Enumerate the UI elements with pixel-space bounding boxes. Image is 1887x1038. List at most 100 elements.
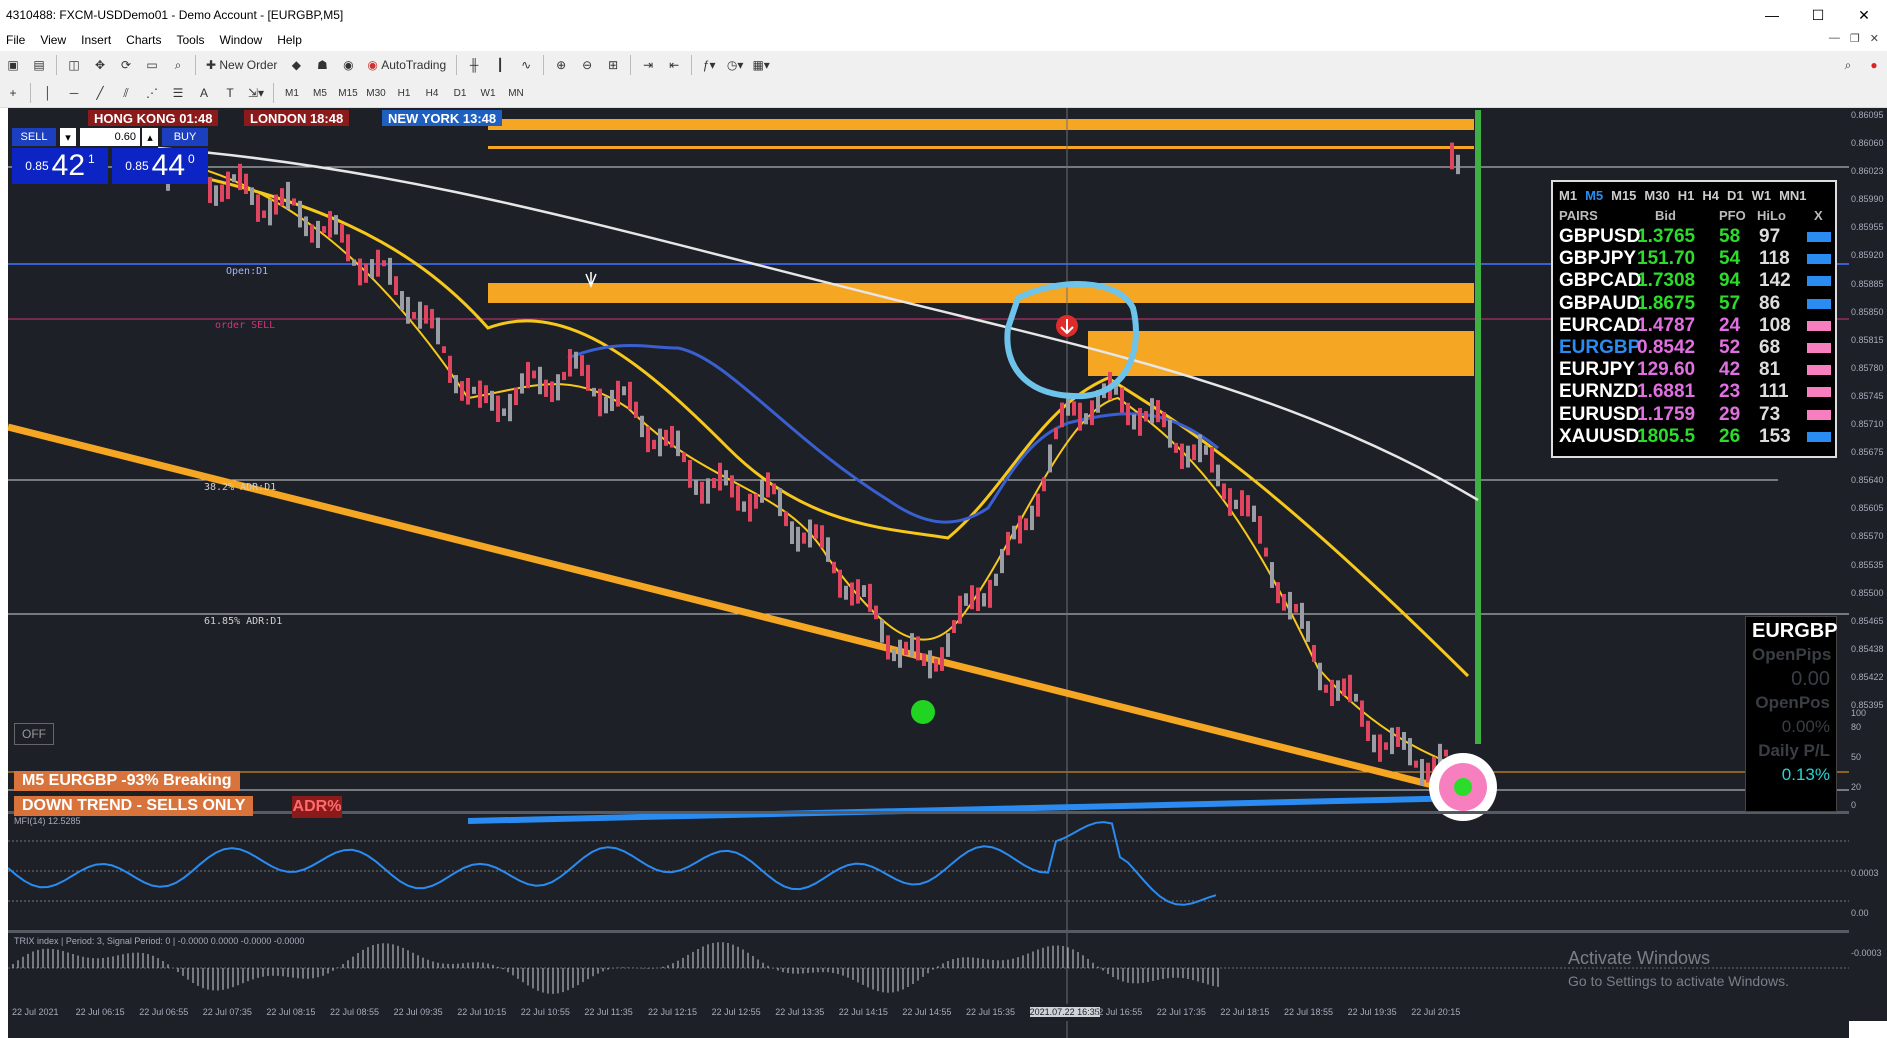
- tf-h4[interactable]: H4: [420, 82, 444, 104]
- periods-icon[interactable]: ◷▾: [724, 54, 746, 76]
- sell-price-box[interactable]: 0.85 42 1: [12, 148, 108, 184]
- fibonacci-icon[interactable]: ☰: [167, 82, 189, 104]
- time-axis[interactable]: 22 Jul 2021 22 Jul 06:15 22 Jul 06:55 22 Ju…: [8, 1004, 1849, 1021]
- market-icon[interactable]: ◉: [337, 54, 359, 76]
- menu-help[interactable]: Help: [277, 33, 302, 47]
- crosshair-icon[interactable]: +: [2, 82, 24, 104]
- dash-tf-d1[interactable]: D1: [1727, 188, 1744, 203]
- bar-chart-icon[interactable]: ╫: [463, 54, 485, 76]
- pair-row[interactable]: EURUSD 1.1759 29 73: [1559, 404, 1831, 426]
- label-icon[interactable]: T: [219, 82, 241, 104]
- pair-trend-swatch[interactable]: [1807, 320, 1831, 331]
- trix-separator[interactable]: [8, 930, 1849, 933]
- pair-row[interactable]: EURCAD 1.4787 24 108: [1559, 315, 1831, 337]
- price-scale[interactable]: 0.86095 0.86060 0.86023 0.85990 0.85955 0.859…: [1849, 108, 1887, 1021]
- profiles-icon[interactable]: ▤: [28, 54, 50, 76]
- metaeditor-icon[interactable]: ◆: [285, 54, 307, 76]
- tf-w1[interactable]: W1: [476, 82, 500, 104]
- tf-m1[interactable]: M1: [280, 82, 304, 104]
- pair-row[interactable]: XAUUSD 1805.5 26 153: [1559, 426, 1831, 448]
- dash-tf-m1[interactable]: M1: [1559, 188, 1577, 203]
- pair-row[interactable]: EURJPY 129.60 42 81: [1559, 359, 1831, 381]
- auto-scroll-icon[interactable]: ⇥: [637, 54, 659, 76]
- tf-m30[interactable]: M30: [364, 82, 388, 104]
- menu-tools[interactable]: Tools: [177, 33, 205, 47]
- dash-tf-mn1[interactable]: MN1: [1779, 188, 1806, 203]
- market-watch-icon[interactable]: ◫: [63, 54, 85, 76]
- pair-row[interactable]: EURGBP 0.8542 52 68: [1559, 337, 1831, 359]
- pair-trend-swatch[interactable]: [1807, 254, 1831, 265]
- dash-tf-m15[interactable]: M15: [1611, 188, 1636, 203]
- channel-icon[interactable]: ⫽: [115, 82, 137, 104]
- search-icon[interactable]: ⌕: [1837, 54, 1859, 76]
- tf-h1[interactable]: H1: [392, 82, 416, 104]
- tf-mn[interactable]: MN: [504, 82, 528, 104]
- pair-row[interactable]: GBPJPY 151.70 54 118: [1559, 248, 1831, 270]
- autotrading-button[interactable]: ◉ AutoTrading: [363, 54, 450, 76]
- pair-trend-swatch[interactable]: [1807, 232, 1831, 242]
- gann-icon[interactable]: ⋰: [141, 82, 163, 104]
- text-icon[interactable]: A: [193, 82, 215, 104]
- zoom-in-icon[interactable]: ⊕: [550, 54, 572, 76]
- pair-trend-swatch[interactable]: [1807, 298, 1831, 309]
- signals-icon[interactable]: ☗: [311, 54, 333, 76]
- mdi-close-button[interactable]: ✕: [1870, 32, 1879, 45]
- navigator-icon[interactable]: ⟳: [115, 54, 137, 76]
- pair-trend-swatch[interactable]: [1807, 343, 1831, 353]
- maximize-button[interactable]: ☐: [1795, 0, 1841, 30]
- mdi-minimize-button[interactable]: —: [1829, 32, 1840, 45]
- dash-tf-h4[interactable]: H4: [1702, 188, 1719, 203]
- adr-badge[interactable]: ADR%: [292, 796, 342, 818]
- lot-up-icon[interactable]: ▴: [142, 128, 158, 146]
- candlestick-icon[interactable]: ┃: [489, 54, 511, 76]
- pair-trend-swatch[interactable]: [1807, 431, 1831, 442]
- dash-tf-h1[interactable]: H1: [1678, 188, 1695, 203]
- pair-trend-swatch[interactable]: [1807, 365, 1831, 376]
- vertical-line-icon[interactable]: │: [37, 82, 59, 104]
- menu-file[interactable]: File: [6, 33, 25, 47]
- close-button[interactable]: ✕: [1841, 0, 1887, 30]
- pair-row[interactable]: GBPUSD 1.3765 58 97: [1559, 226, 1831, 248]
- horizontal-line-icon[interactable]: ─: [63, 82, 85, 104]
- pair-row[interactable]: EURNZD 1.6881 23 111: [1559, 381, 1831, 403]
- pair-trend-swatch[interactable]: [1807, 409, 1831, 420]
- line-chart-icon[interactable]: ∿: [515, 54, 537, 76]
- menu-window[interactable]: Window: [220, 33, 263, 47]
- tf-d1[interactable]: D1: [448, 82, 472, 104]
- lot-down-icon[interactable]: ▾: [60, 128, 76, 146]
- notifications-icon[interactable]: ●: [1863, 54, 1885, 76]
- strategy-tester-icon[interactable]: ⌕: [167, 54, 189, 76]
- tf-m15[interactable]: M15: [336, 82, 360, 104]
- mdi-restore-button[interactable]: ❐: [1850, 32, 1860, 45]
- pair-row[interactable]: GBPAUD 1.8675 57 86: [1559, 293, 1831, 315]
- lot-size-input[interactable]: 0.60: [80, 128, 140, 146]
- pair-row[interactable]: GBPCAD 1.7308 94 142: [1559, 270, 1831, 292]
- tile-windows-icon[interactable]: ⊞: [602, 54, 624, 76]
- trendline-icon[interactable]: ╱: [89, 82, 111, 104]
- dash-tf-w1[interactable]: W1: [1752, 188, 1772, 203]
- buy-signal-marker[interactable]: [911, 700, 935, 724]
- menu-charts[interactable]: Charts: [126, 33, 161, 47]
- data-window-icon[interactable]: ✥: [89, 54, 111, 76]
- buy-price-box[interactable]: 0.85 44 0: [112, 148, 208, 184]
- tf-m5[interactable]: M5: [308, 82, 332, 104]
- new-order-button[interactable]: ✚ New Order: [202, 54, 281, 76]
- menu-view[interactable]: View: [40, 33, 66, 47]
- dash-tf-m5[interactable]: M5: [1585, 188, 1603, 203]
- sell-button[interactable]: SELL: [12, 128, 56, 146]
- off-button[interactable]: OFF: [14, 723, 54, 745]
- dash-tf-m30[interactable]: M30: [1644, 188, 1669, 203]
- new-chart-icon[interactable]: ▣: [2, 54, 24, 76]
- pair-trend-swatch[interactable]: [1807, 387, 1831, 398]
- indicators-icon[interactable]: ƒ▾: [698, 54, 720, 76]
- zoom-out-icon[interactable]: ⊖: [576, 54, 598, 76]
- minimize-button[interactable]: —: [1749, 0, 1795, 30]
- templates-icon[interactable]: ▦▾: [750, 54, 772, 76]
- mfi-separator[interactable]: [8, 811, 1849, 814]
- terminal-icon[interactable]: ▭: [141, 54, 163, 76]
- menu-insert[interactable]: Insert: [81, 33, 111, 47]
- arrows-icon[interactable]: ⇲▾: [245, 82, 267, 104]
- chart-shift-icon[interactable]: ⇤: [663, 54, 685, 76]
- buy-button[interactable]: BUY: [162, 128, 208, 146]
- pair-trend-swatch[interactable]: [1807, 276, 1831, 287]
